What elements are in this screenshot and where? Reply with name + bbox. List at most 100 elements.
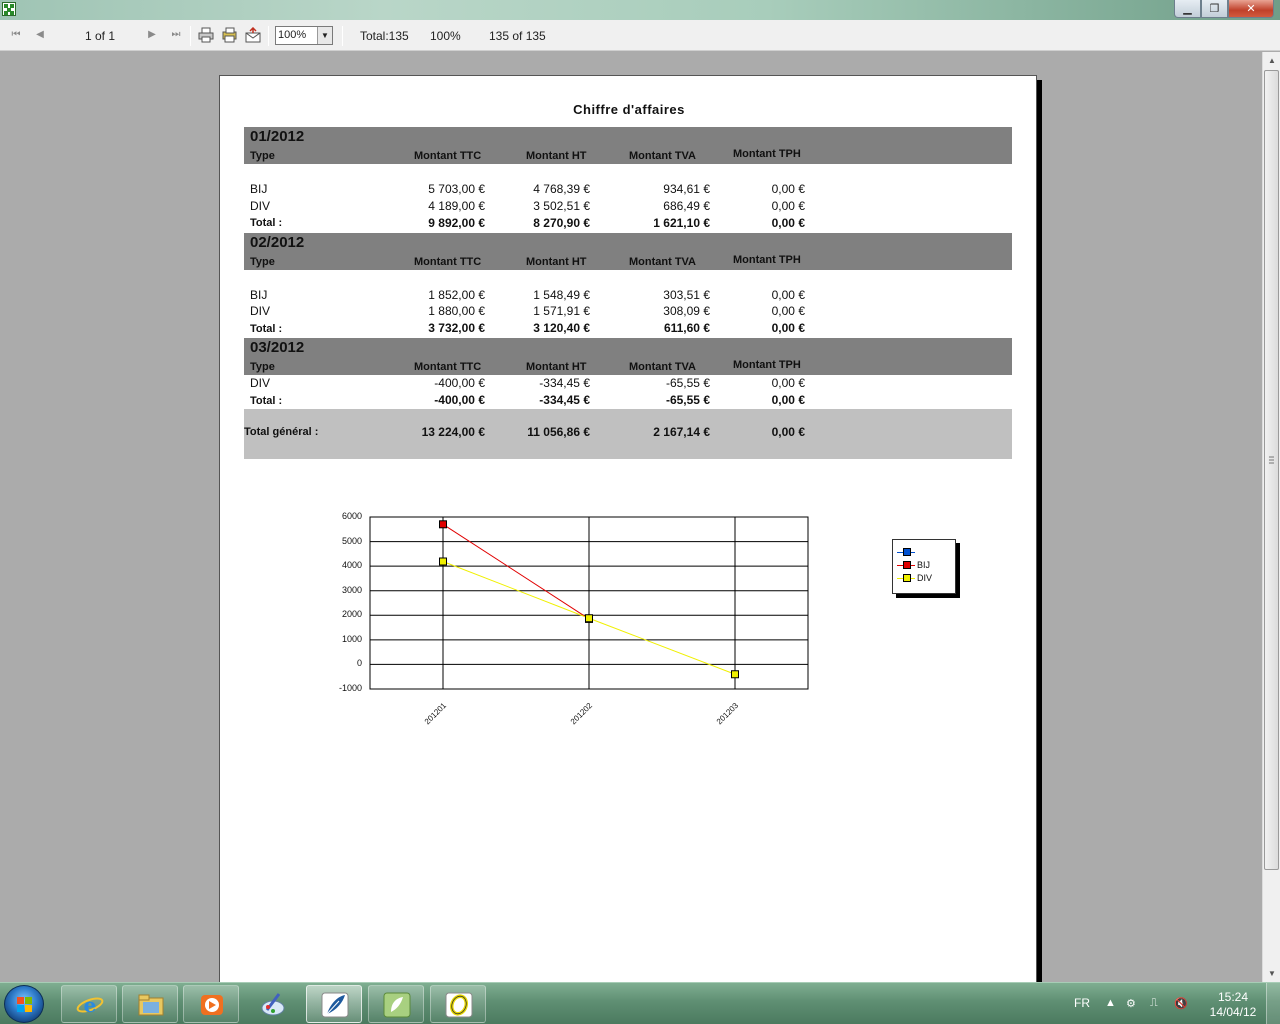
grand-total-ht: 11 056,86 € [527,425,590,439]
print-icon[interactable] [198,27,214,43]
group-header-band: 02/2012 Type Montant TTC Montant HT Mont… [244,233,1012,270]
grip-icon: ═ ═ ═ [1269,454,1274,467]
row-ht: 3 502,51 € [533,199,590,213]
total-tph: 0,00 € [771,321,805,335]
row-ht: -334,45 € [539,376,590,390]
update-icon[interactable]: ⚙ [1126,997,1136,1010]
column-header-ttc: Montant TTC [414,150,482,162]
email-icon[interactable] [245,27,261,43]
paint-icon [261,993,285,1016]
legend-label: BIJ [917,560,931,570]
svg-text:e: e [84,993,97,1017]
x-tick-label: 201202 [568,701,595,727]
system-tray: FR ▲ ⚙ ⎍ 🔇 15:24 14/04/12 [1068,983,1280,1024]
window-titlebar[interactable]: ▁ ❐ ✕ [0,0,1280,20]
column-header-tva: Montant TVA [629,256,697,268]
group-period: 02/2012 [250,234,305,251]
row-ht: 4 768,39 € [533,182,590,196]
network-icon[interactable]: ⎍ [1150,997,1158,1010]
row-type: DIV [250,199,271,213]
row-tph: 0,00 € [771,288,805,302]
legend-label: DIV [917,573,933,583]
row-type: BIJ [250,182,268,196]
row-ht: 1 571,91 € [533,304,590,318]
report-title: Chiffre d'affaires [573,102,685,117]
column-header-ht: Montant HT [526,256,587,268]
data-point-div [731,670,739,679]
column-header-tph: Montant TPH [733,359,801,371]
row-tph: 0,00 € [771,304,805,318]
group-period: 03/2012 [250,339,305,356]
ring-app-icon [445,992,473,1018]
grand-total-band: Total général : 13 224,00 € 11 056,86 € … [244,409,1012,459]
total-label: Total:135 [360,28,409,43]
legend-item [897,546,953,558]
show-desktop-button[interactable] [1266,983,1280,1024]
previous-page-icon[interactable]: ◀ [34,29,46,41]
series-line-div [588,617,736,675]
taskbar-file-explorer[interactable] [122,985,178,1023]
app-icon[interactable] [2,2,16,16]
zoom-value: 100% [278,29,307,41]
record-label: 135 of 135 [489,28,546,43]
toolbar-separator [190,26,191,46]
clock[interactable]: 15:24 14/04/12 [1198,990,1268,1020]
scroll-down-icon[interactable]: ▼ [1264,965,1280,982]
column-header-tph: Montant TPH [733,254,801,266]
zoom-select[interactable]: 100% ▼ [275,26,333,45]
taskbar-paint[interactable] [244,985,300,1023]
maximize-button[interactable]: ❐ [1201,0,1228,18]
taskbar-feather-app[interactable] [306,985,362,1023]
column-header-ht: Montant HT [526,361,587,373]
y-tick-label: 5000 [341,535,362,546]
close-button[interactable]: ✕ [1228,0,1274,18]
data-point-bij [585,614,593,623]
page-indicator: 1 of 1 [85,28,116,43]
percent-label: 100% [430,28,461,43]
total-ht: -334,45 € [539,393,590,407]
grand-total-tph: 0,00 € [771,425,805,439]
grand-total-label: Total général : [244,426,319,438]
start-button[interactable] [4,985,44,1023]
column-header-ttc: Montant TTC [414,361,482,373]
taskbar-internet-explorer[interactable]: e [61,985,117,1023]
vertical-scrollbar[interactable]: ▲ ═ ═ ═ ▼ [1262,52,1280,982]
x-tick-label: 201203 [714,701,741,727]
viewer-toolbar: ⏮ ◀ 1 of 1 ▶ ⏭ 100% ▼ Total:135 100% 135… [0,20,1280,51]
total-label: Total : [250,217,283,229]
scrollbar-thumb[interactable]: ═ ═ ═ [1264,70,1279,870]
y-tick-label: 4000 [341,560,362,571]
taskbar-ring-app[interactable] [430,985,486,1023]
legend-swatch [903,561,911,569]
row-ht: 1 548,49 € [533,288,590,302]
next-page-icon[interactable]: ▶ [146,29,158,41]
y-tick-label: 2000 [341,609,362,620]
show-hidden-icons-icon[interactable]: ▲ [1105,997,1116,1009]
y-tick-label: -1000 [338,683,362,693]
y-tick-label: 3000 [341,584,362,595]
restore-icon: ❐ [1209,3,1220,15]
export-icon[interactable] [222,27,238,43]
row-type: DIV [250,376,271,390]
taskbar-green-app[interactable] [368,985,424,1023]
data-point-div [439,557,447,566]
group-header-band: 03/2012 Type Montant TTC Montant HT Mont… [244,338,1012,375]
clock-time: 15:24 [1217,990,1249,1004]
first-page-icon[interactable]: ⏮ [10,29,22,41]
total-tph: 0,00 € [771,393,805,407]
minimize-button[interactable]: ▁ [1174,0,1201,18]
y-tick-label: 1000 [341,633,362,644]
scroll-up-icon[interactable]: ▲ [1264,52,1280,69]
total-tph: 0,00 € [771,216,805,230]
volume-muted-icon[interactable]: 🔇 [1174,997,1188,1010]
data-point-div [585,614,593,623]
language-indicator[interactable]: FR [1074,996,1090,1010]
chevron-down-icon[interactable]: ▼ [317,27,332,44]
windows-taskbar: e FR ▲ ⚙ ⎍ 🔇 15:24 14/04/12 [0,982,1280,1024]
legend-swatch [903,548,911,556]
report-page: Chiffre d'affaires 01/2012 Type Montant … [219,75,1037,982]
taskbar-media-player[interactable] [183,985,239,1023]
last-page-icon[interactable]: ⏭ [170,29,182,41]
legend-item: DIV [897,572,953,584]
report-viewer[interactable]: Chiffre d'affaires 01/2012 Type Montant … [0,52,1262,982]
